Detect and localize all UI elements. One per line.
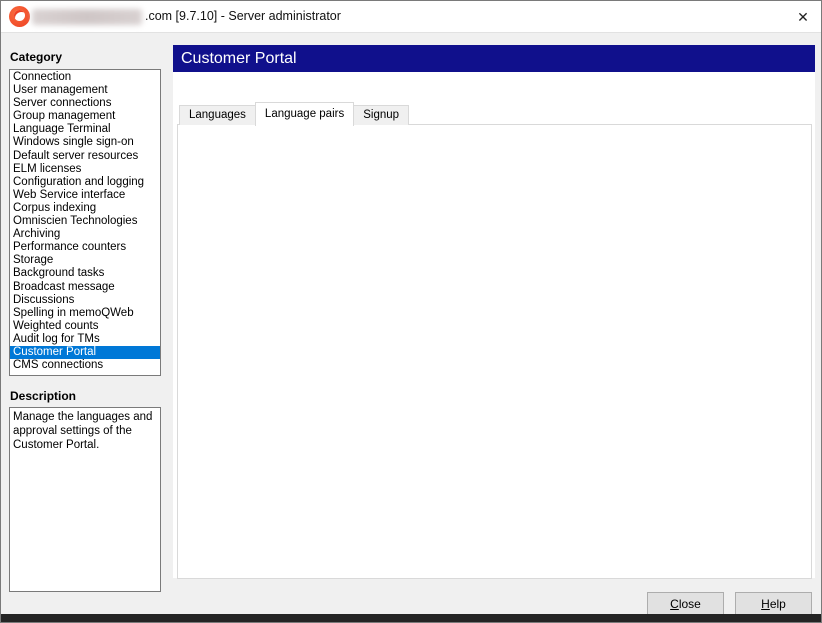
category-label: Category [10, 50, 62, 64]
category-list-item[interactable]: Server connections [10, 97, 160, 110]
description-box: Manage the languages and approval settin… [9, 407, 161, 592]
page-header: Customer Portal [173, 45, 815, 72]
page-title: Customer Portal [173, 45, 815, 72]
redacted-server-name [32, 9, 142, 25]
close-button[interactable]: Close [647, 592, 724, 615]
category-list-item[interactable]: Language Terminal [10, 123, 160, 136]
category-list-item[interactable]: CMS connections [10, 359, 160, 372]
category-list-item[interactable]: Customer Portal [10, 346, 160, 359]
tab[interactable]: Language pairs [255, 102, 354, 126]
category-list-item[interactable]: Windows single sign-on [10, 136, 160, 149]
category-list-item[interactable]: Discussions [10, 294, 160, 307]
window-bottom-edge [1, 614, 821, 622]
title-bar: .com [9.7.10] - Server administrator ✕ [1, 1, 821, 33]
server-administrator-window: .com [9.7.10] - Server administrator ✕ C… [0, 0, 822, 623]
category-list-item[interactable]: Configuration and logging [10, 176, 160, 189]
category-list[interactable]: ConnectionUser managementServer connecti… [9, 69, 161, 376]
category-list-item[interactable]: Group management [10, 110, 160, 123]
category-list-item[interactable]: Default server resources [10, 150, 160, 163]
category-list-item[interactable]: Broadcast message [10, 281, 160, 294]
category-list-item[interactable]: Web Service interface [10, 189, 160, 202]
category-list-item[interactable]: Background tasks [10, 267, 160, 280]
category-list-item[interactable]: Omniscien Technologies [10, 215, 160, 228]
category-list-item[interactable]: Storage [10, 254, 160, 267]
app-logo-icon [9, 6, 30, 27]
category-list-item[interactable]: Archiving [10, 228, 160, 241]
category-list-item[interactable]: Corpus indexing [10, 202, 160, 215]
category-list-item[interactable]: Performance counters [10, 241, 160, 254]
help-button[interactable]: Help [735, 592, 812, 615]
category-list-item[interactable]: Weighted counts [10, 320, 160, 333]
tab-strip: LanguagesLanguage pairsSignup [179, 101, 409, 125]
category-list-item[interactable]: ELM licenses [10, 163, 160, 176]
language-pairs-tab-panel [177, 124, 812, 579]
tab[interactable]: Signup [353, 105, 409, 125]
category-list-item[interactable]: Spelling in memoQWeb [10, 307, 160, 320]
close-icon[interactable]: ✕ [789, 5, 817, 29]
category-list-item[interactable]: User management [10, 84, 160, 97]
category-list-item[interactable]: Connection [10, 71, 160, 84]
category-list-item[interactable]: Audit log for TMs [10, 333, 160, 346]
window-title: .com [9.7.10] - Server administrator [145, 1, 341, 32]
tab[interactable]: Languages [179, 105, 256, 125]
description-label: Description [10, 389, 76, 403]
